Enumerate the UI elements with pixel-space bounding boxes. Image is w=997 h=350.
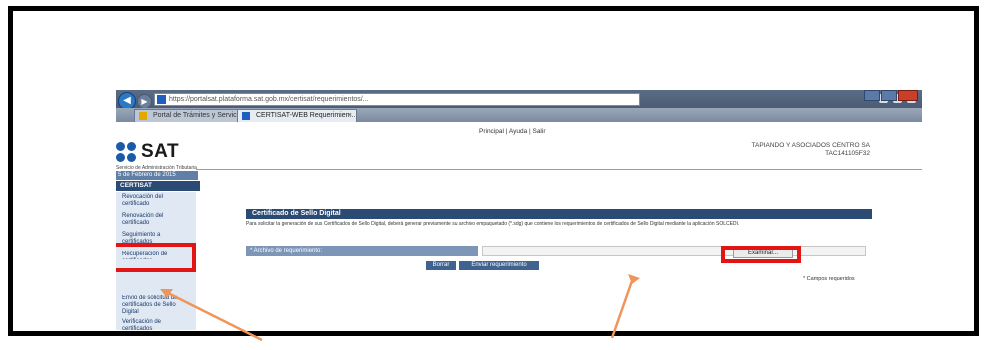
logo-text: SAT <box>141 141 180 162</box>
instructions-text: Para solicitar la generación de sus Cert… <box>246 221 740 227</box>
date-label: 5 de Febrero de 2015 <box>116 171 198 180</box>
top-links[interactable]: Principal | Ayuda | Salir <box>479 128 546 135</box>
panel-title: Certificado de Sello Digital <box>246 209 872 219</box>
sidebar-item-revocacion[interactable]: Revocación del certificado <box>122 194 192 208</box>
certisat-favicon-icon <box>242 112 250 120</box>
browse-highlight-box <box>721 246 801 263</box>
portal-favicon-icon <box>139 112 147 120</box>
sidebar-title: CERTISAT <box>116 181 200 191</box>
maximize-button[interactable] <box>881 90 897 101</box>
company-name: TAPIANDO Y ASOCIADOS CENTRO SA <box>751 142 870 149</box>
clear-button[interactable]: Borrar <box>426 261 456 270</box>
sat-logo-dots-icon <box>116 142 138 164</box>
address-text: https://portalsat.plataforma.sat.gob.mx/… <box>169 96 369 103</box>
web-page: Principal | Ayuda | Salir SAT Servicio d… <box>116 122 922 330</box>
sidebar-item-verificacion[interactable]: Verificación de certificados <box>122 319 192 330</box>
window-controls <box>863 90 918 101</box>
screenshot: ◀ ▶ https://portalsat.plataforma.sat.gob… <box>116 90 922 330</box>
company-info: TAPIANDO Y ASOCIADOS CENTRO SA TAC141105… <box>752 142 870 158</box>
close-window-button[interactable] <box>898 90 918 101</box>
address-bar[interactable]: https://portalsat.plataforma.sat.gob.mx/… <box>154 93 640 106</box>
required-note: * Campos requeridos <box>803 276 855 282</box>
site-icon <box>157 95 166 104</box>
sat-logo: SAT Servicio de Administración Tributari… <box>116 140 256 171</box>
company-rfc: TAC141105F32 <box>825 150 870 157</box>
forward-button[interactable]: ▶ <box>137 94 152 109</box>
tab-bar: Portal de Trámites y Servicios - CERTISA… <box>116 108 922 122</box>
sidebar-item-renovacion[interactable]: Renovación del certificado <box>122 213 192 227</box>
file-input[interactable]: Examinar... <box>482 246 866 258</box>
sidebar-highlight-box <box>116 243 196 272</box>
header-divider <box>196 169 922 170</box>
tab-certisat[interactable]: CERTISAT-WEB Requerimien... × <box>237 109 357 122</box>
submit-button[interactable]: Enviar requerimiento <box>459 261 539 270</box>
tab-close-icon[interactable]: × <box>348 110 352 122</box>
tab-label: CERTISAT-WEB Requerimien... <box>256 112 356 119</box>
sidebar-item-envio-solicitud[interactable]: Envío de solicitud de certificados de Se… <box>122 295 192 316</box>
minimize-button[interactable] <box>864 90 880 101</box>
file-label: * Archivo de requerimiento: <box>246 246 478 256</box>
tab-label: Portal de Trámites y Servicios - <box>153 112 250 119</box>
